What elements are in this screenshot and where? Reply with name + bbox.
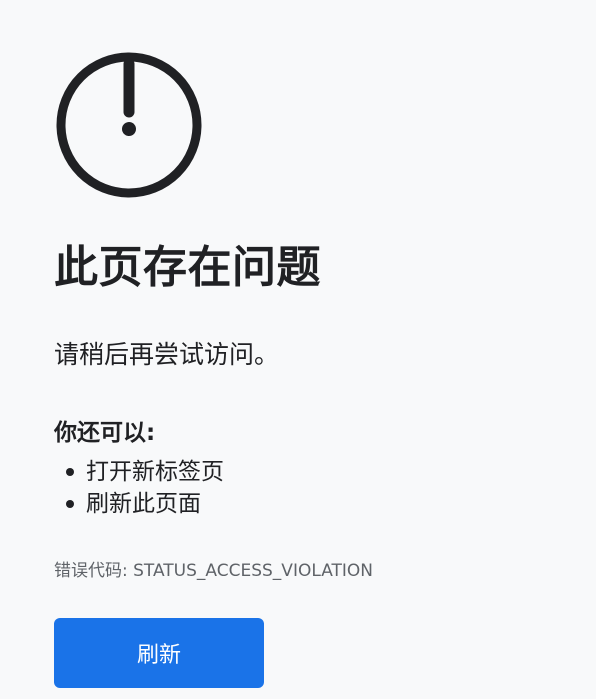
suggestions-heading: 你还可以: [54, 420, 156, 446]
bullet-icon [66, 468, 74, 476]
exclamation-circle-icon [56, 52, 202, 198]
bullet-icon [66, 500, 74, 508]
error-code: 错误代码: STATUS_ACCESS_VIOLATION [54, 561, 373, 581]
suggestion-item-refresh-page: 刷新此页面 [66, 488, 574, 520]
suggestion-item-open-new-tab: 打开新标签页 [66, 456, 574, 488]
suggestions-list: 打开新标签页 刷新此页面 [54, 456, 574, 520]
error-message: 请稍后再尝试访问。 [54, 340, 280, 369]
reload-button[interactable]: 刷新 [54, 618, 264, 688]
suggestion-label: 刷新此页面 [86, 491, 201, 517]
error-page-content: 此页存在问题 请稍后再尝试访问。 你还可以: 打开新标签页 刷新此页面 错误代码… [54, 50, 574, 688]
page-title: 此页存在问题 [54, 242, 321, 293]
suggestion-label: 打开新标签页 [86, 459, 224, 485]
